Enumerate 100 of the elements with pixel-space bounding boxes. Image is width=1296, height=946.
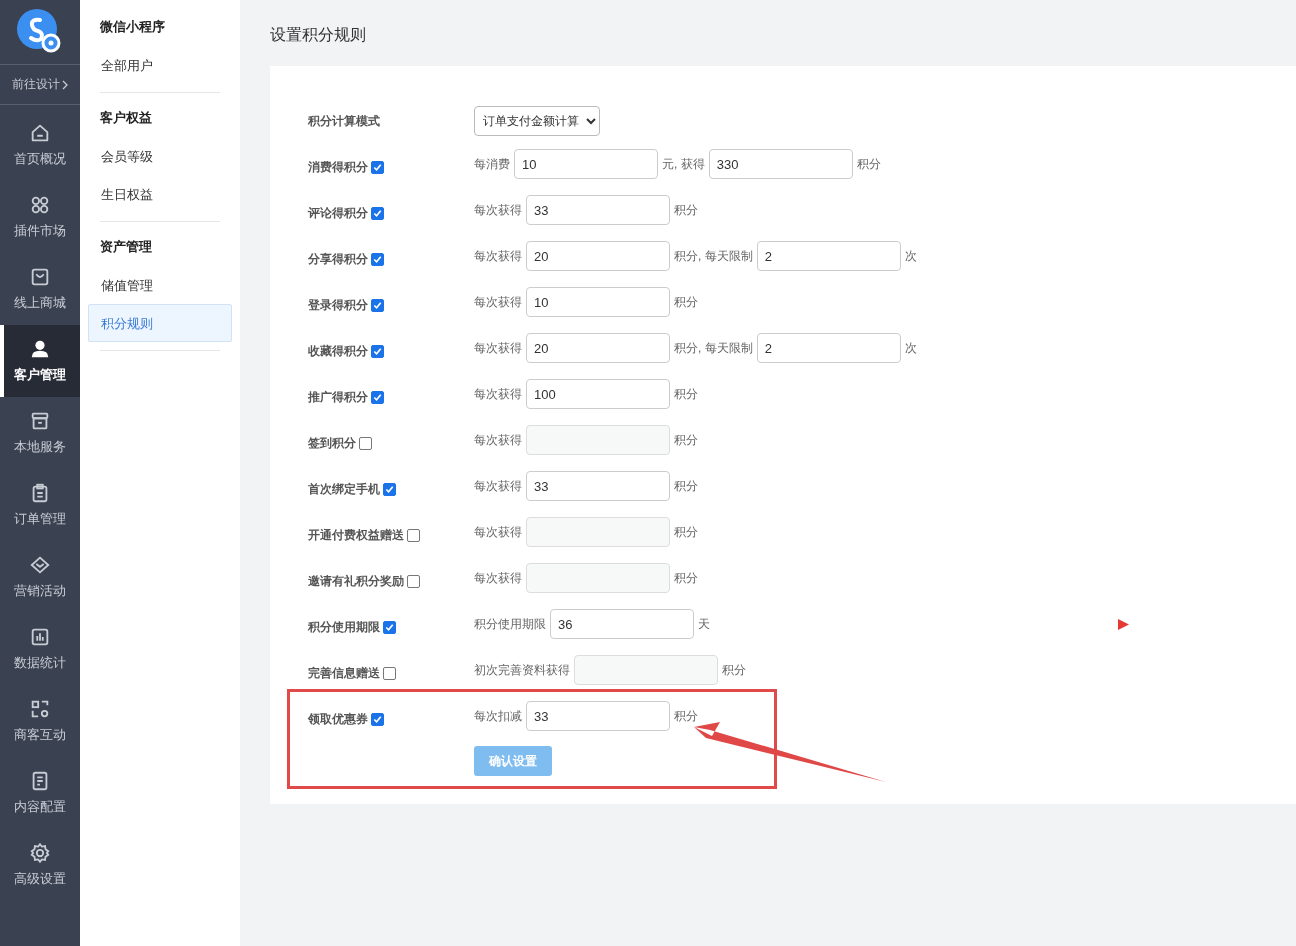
field-caption: 每次获得 xyxy=(474,294,522,309)
field-caption: 每次获得 xyxy=(474,340,522,355)
rule-label: 推广得积分 xyxy=(308,388,368,406)
rule-label: 完善信息赠送 xyxy=(308,664,380,682)
checkbox[interactable] xyxy=(371,712,384,726)
points-input[interactable]: 2 xyxy=(756,333,901,363)
nav-item[interactable]: 插件市场 xyxy=(0,181,80,253)
checkbox[interactable] xyxy=(383,482,396,496)
rule-label: 分享得积分 xyxy=(308,250,368,268)
checkbox[interactable] xyxy=(371,206,384,220)
nav-label: 营销活动 xyxy=(14,582,66,600)
rule-label: 消费得积分 xyxy=(308,158,368,176)
group-heading: 客户权益 xyxy=(99,109,153,127)
points-input[interactable]: 33 xyxy=(526,471,670,501)
field-caption: 积分 xyxy=(674,386,698,401)
points-input[interactable]: 330 xyxy=(708,149,853,179)
rule-label: 开通付费权益赠送 xyxy=(308,526,404,544)
subnav-item[interactable]: 全部用户 xyxy=(88,46,232,84)
points-input[interactable]: 20 xyxy=(526,333,670,363)
checkbox[interactable] xyxy=(371,344,384,358)
subnav-item[interactable]: 会员等级 xyxy=(88,137,232,175)
points-input[interactable]: 36 xyxy=(550,609,694,639)
checkbox[interactable] xyxy=(371,390,384,404)
field-caption: 每次获得 xyxy=(474,478,522,493)
person-icon xyxy=(29,338,51,360)
nav-label: 插件市场 xyxy=(14,222,66,240)
nav-item[interactable]: 高级设置 xyxy=(0,829,80,901)
nav-item[interactable]: 数据统计 xyxy=(0,613,80,685)
nav-item[interactable]: 商客互动 xyxy=(0,685,80,757)
nav-item[interactable]: 订单管理 xyxy=(0,469,80,541)
points-input[interactable]: 100 xyxy=(526,379,670,409)
four-circles-icon xyxy=(29,194,51,216)
field-caption: 积分 xyxy=(674,202,698,217)
checkbox[interactable] xyxy=(371,298,384,312)
rule-label: 签到积分 xyxy=(308,434,356,452)
nav-label: 线上商城 xyxy=(14,294,66,312)
field-caption: 天 xyxy=(698,616,710,631)
storefront-icon xyxy=(29,410,51,432)
nav-label: 订单管理 xyxy=(14,510,66,528)
page-title: 设置积分规则 xyxy=(270,25,367,45)
field-caption: 积分, 每天限制 xyxy=(674,248,753,263)
play-marker-icon xyxy=(1118,619,1129,630)
nav-label: 高级设置 xyxy=(14,870,66,888)
design-link[interactable]: 前往设计 xyxy=(12,76,60,93)
nav-item[interactable]: 首页概况 xyxy=(0,109,80,181)
field-caption: 每消费 xyxy=(474,156,510,171)
points-input[interactable]: 33 xyxy=(526,701,670,731)
group-heading: 微信小程序 xyxy=(99,18,166,36)
field-caption: 次 xyxy=(904,340,917,355)
field-caption: 每次获得 xyxy=(474,202,522,217)
field-caption: 每次获得 xyxy=(474,248,522,263)
checkbox[interactable] xyxy=(407,574,420,588)
field-caption: 积分 xyxy=(674,294,698,309)
rule-label: 登录得积分 xyxy=(308,296,368,314)
subnav-item[interactable]: 积分规则 xyxy=(88,304,232,342)
points-input[interactable]: 33 xyxy=(526,195,670,225)
checkbox[interactable] xyxy=(371,160,384,174)
checkbox[interactable] xyxy=(383,620,396,634)
checkbox[interactable] xyxy=(359,436,372,450)
field-caption: 初次完善资料获得 xyxy=(474,662,570,677)
chevron-right-icon xyxy=(62,79,68,90)
field-caption: 积分 xyxy=(674,708,698,723)
field-caption: 积分 xyxy=(674,524,698,539)
rule-label: 收藏得积分 xyxy=(308,342,368,360)
nav-label: 客户管理 xyxy=(14,366,66,384)
nav-item[interactable]: 营销活动 xyxy=(0,541,80,613)
rule-label: 积分计算模式 xyxy=(308,112,380,130)
field-caption: 元, 获得 xyxy=(662,156,705,171)
diamond-icon xyxy=(29,554,51,576)
field-caption: 每次获得 xyxy=(474,570,522,585)
nav-label: 首页概况 xyxy=(14,150,66,168)
field-caption: 积分 xyxy=(856,156,881,171)
points-input[interactable]: 10 xyxy=(514,149,658,179)
nav-label: 商客互动 xyxy=(14,726,66,744)
field-caption: 积分, 每天限制 xyxy=(674,340,753,355)
field-caption: 每次获得 xyxy=(474,432,522,447)
field-caption: 积分使用期限 xyxy=(474,616,546,631)
nav-item[interactable]: 客户管理 xyxy=(0,325,80,397)
subnav-item[interactable]: 储值管理 xyxy=(88,266,232,304)
field-caption: 次 xyxy=(904,248,917,263)
nav-label: 数据统计 xyxy=(14,654,66,672)
points-input[interactable]: 20 xyxy=(526,241,670,271)
nav-item[interactable]: 线上商城 xyxy=(0,253,80,325)
nav-item[interactable]: 内容配置 xyxy=(0,757,80,829)
rule-label: 评论得积分 xyxy=(308,204,368,222)
mode-dropdown[interactable]: 订单支付金额计算 xyxy=(474,106,600,136)
checkbox[interactable] xyxy=(407,528,420,542)
field-caption: 积分 xyxy=(722,662,746,677)
rule-label: 首次绑定手机 xyxy=(308,480,380,498)
points-input[interactable]: 2 xyxy=(756,241,901,271)
nav-label: 本地服务 xyxy=(14,438,66,456)
checkbox[interactable] xyxy=(371,252,384,266)
bar-chart-icon xyxy=(29,626,51,648)
nav-item[interactable]: 本地服务 xyxy=(0,397,80,469)
subnav-item[interactable]: 生日权益 xyxy=(88,175,232,213)
house-icon xyxy=(29,122,51,144)
points-input[interactable]: 10 xyxy=(526,287,670,317)
nav-label: 内容配置 xyxy=(14,798,66,816)
checkbox[interactable] xyxy=(383,666,396,680)
field-caption: 每次获得 xyxy=(474,386,522,401)
